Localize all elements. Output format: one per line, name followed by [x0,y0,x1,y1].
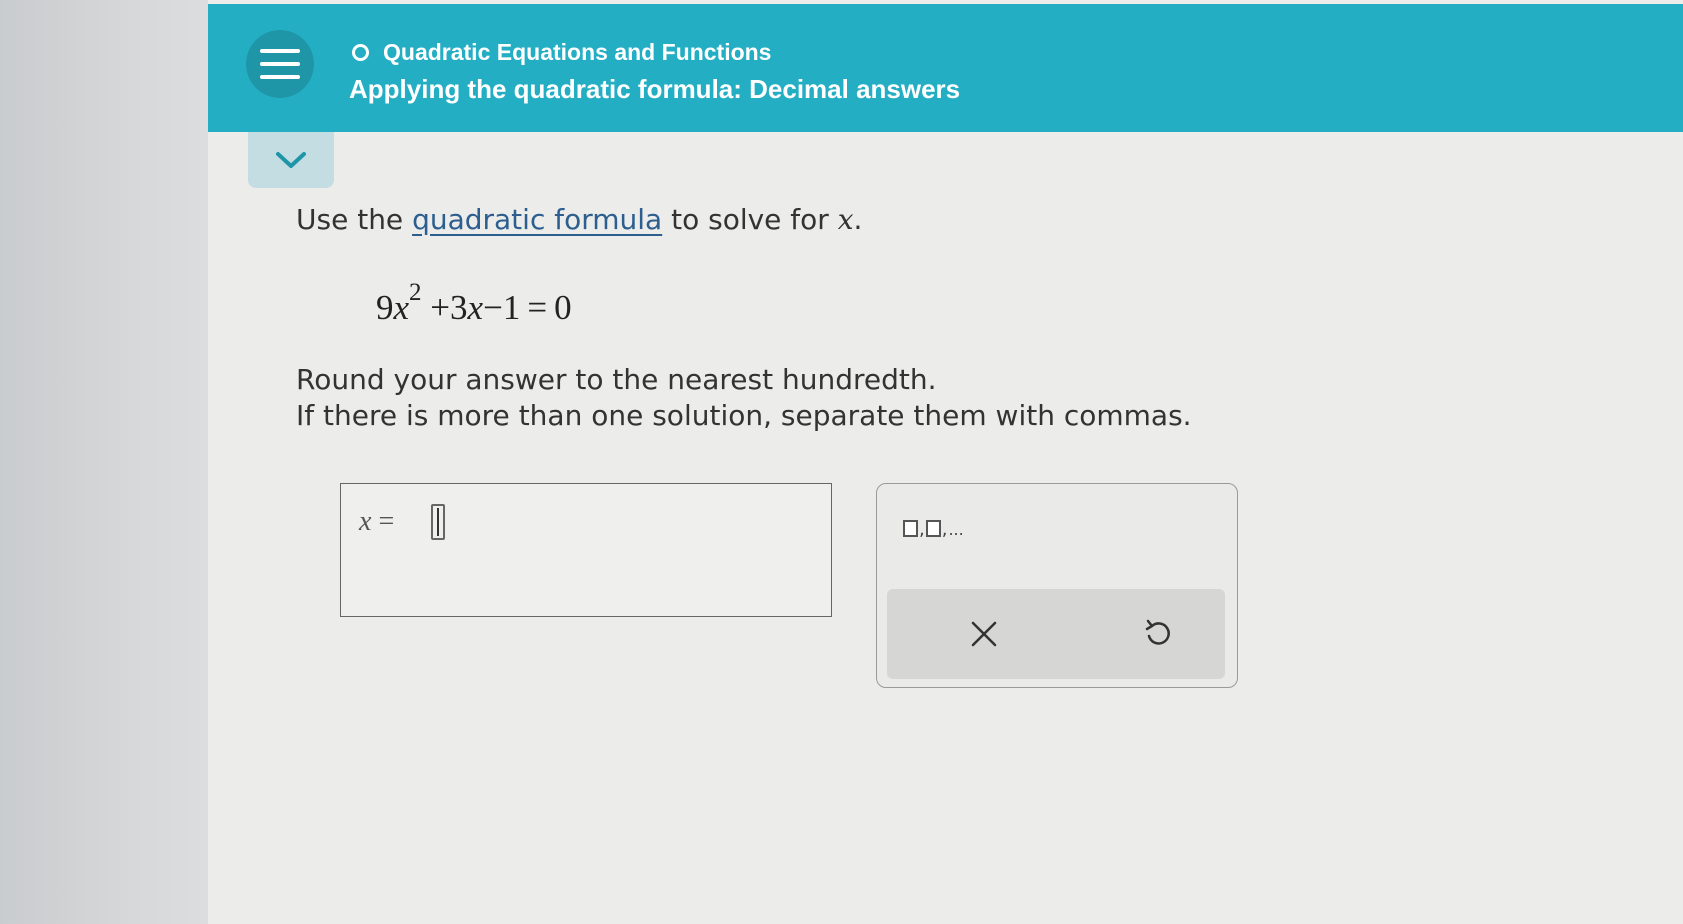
equation-variable: x [467,288,484,327]
list-comma: , [941,519,948,540]
list-ellipsis: ... [948,520,964,539]
answer-input-box[interactable]: x = [340,483,832,617]
question-instruction: Use the quadratic formula to solve for x… [296,203,862,236]
equation-variable: x [393,288,410,327]
menu-line [260,49,300,53]
quadratic-equation: 9x2 +3x−1 = 0 [376,280,572,328]
left-bezel [0,0,222,924]
separator-line: If there is more than one solution, sepa… [296,399,1192,432]
equation-coefficient: 9 [376,288,394,327]
topic-header [208,4,1683,132]
placeholder-square-icon [903,520,918,537]
page-background [208,0,1683,924]
placeholder-square-icon [925,520,941,537]
circle-icon [352,43,369,61]
hamburger-menu-icon[interactable] [246,30,314,98]
equation-remainder: −1 = 0 [483,288,572,327]
menu-line [260,75,300,79]
clear-button[interactable] [959,609,1009,659]
answer-input-field[interactable] [431,504,445,540]
list-template-button[interactable]: , , ... [903,519,964,540]
rounding-line: Round your answer to the nearest hundred… [296,363,937,396]
collapse-header-button[interactable] [248,132,334,188]
quadratic-formula-link[interactable]: quadratic formula [412,203,662,236]
close-icon [971,621,997,647]
menu-line [260,62,300,66]
instruction-variable: x [837,203,854,236]
topic-row: Quadratic Equations and Functions [352,36,771,68]
instruction-period: . [853,203,863,236]
equation-exponent: 2 [409,279,422,307]
chevron-down-icon [276,152,306,168]
action-bar [887,589,1225,679]
instruction-suffix: to solve for [662,203,838,236]
undo-button[interactable] [1133,609,1183,659]
topic-name: Quadratic Equations and Functions [383,38,772,65]
list-comma: , [919,519,925,540]
answer-label: x = [359,506,394,538]
rounding-instructions: Round your answer to the nearest hundred… [296,362,1192,434]
math-tools-panel: , , ... [876,483,1238,688]
equation-linear-coefficient: +3 [421,288,468,327]
answer-variable: x [359,506,372,537]
instruction-prefix: Use the [296,203,413,236]
answer-equals: = [371,506,395,537]
page-title: Applying the quadratic formula: Decimal … [349,74,961,104]
undo-icon [1145,619,1170,645]
